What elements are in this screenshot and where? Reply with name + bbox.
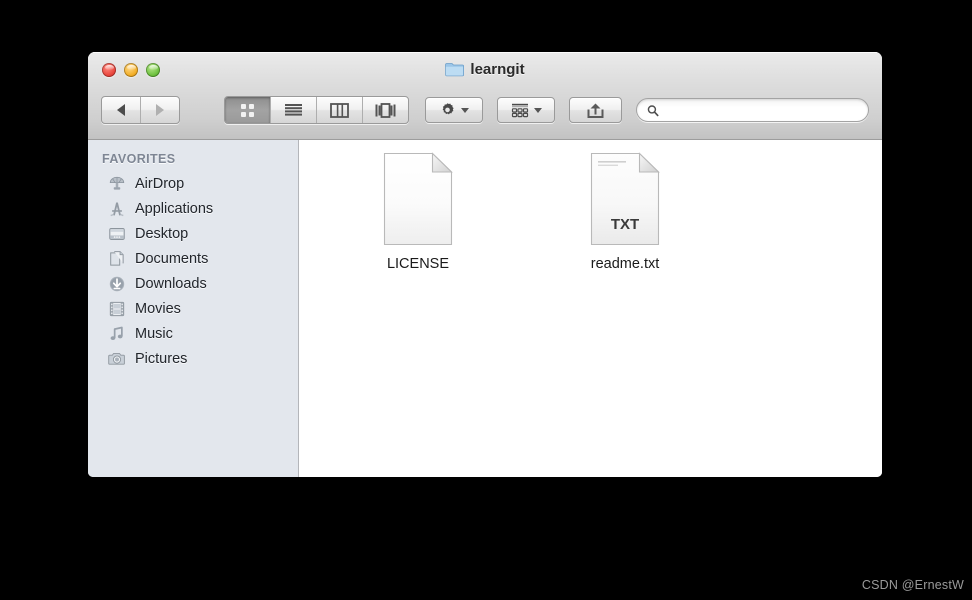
search-field[interactable] (636, 98, 869, 122)
view-mode-button-group (224, 96, 409, 124)
window-title: learngit (88, 61, 882, 78)
gear-icon (442, 102, 454, 114)
sidebar-section-favorites: FAVORITES (102, 152, 176, 166)
forward-button[interactable] (140, 97, 179, 123)
minimize-button[interactable] (124, 63, 138, 77)
chevron-down-icon (461, 107, 469, 113)
sidebar-item-label: Applications (135, 200, 214, 217)
arrange-grid-icon (511, 103, 528, 117)
applications-icon (110, 201, 124, 216)
airdrop-icon (109, 176, 125, 190)
list-view-button[interactable] (270, 97, 316, 123)
file-type-badge-text: TXT (611, 216, 639, 233)
sidebar-item-label: Documents (135, 250, 209, 267)
forward-arrow-icon (156, 104, 164, 116)
back-button[interactable] (102, 97, 140, 123)
file-name-label: LICENSE (386, 256, 450, 272)
sidebar-item-pictures[interactable]: Pictures (88, 346, 298, 371)
sidebar-item-label: Movies (135, 300, 181, 317)
sidebar-item-label: Pictures (135, 350, 188, 367)
sidebar-item-applications[interactable]: Applications (88, 196, 298, 221)
folder-icon (445, 63, 465, 77)
back-arrow-icon (117, 104, 125, 116)
sidebar-item-label: Desktop (135, 225, 189, 242)
text-document-icon: TXT (590, 152, 660, 246)
file-icon-wrapper: TXT (564, 146, 686, 252)
window-body: FAVORITES AirDrop Applications Desktop D… (88, 140, 882, 477)
sidebar-item-airdrop[interactable]: AirDrop (88, 171, 298, 196)
desktop-icon (109, 227, 125, 240)
music-icon (110, 326, 123, 340)
watermark-text: CSDN @ErnestW (861, 578, 964, 592)
blank-document-icon (383, 152, 453, 246)
sidebar-item-music[interactable]: Music (88, 321, 298, 346)
navigation-button-group (101, 96, 180, 124)
chevron-down-icon (533, 107, 542, 113)
sidebar: FAVORITES AirDrop Applications Desktop D… (88, 140, 299, 477)
file-item-readme[interactable]: TXT readme.txt (564, 146, 686, 272)
arrange-by-button[interactable] (497, 97, 555, 123)
action-button[interactable] (425, 97, 483, 123)
close-button[interactable] (102, 63, 116, 77)
search-icon (647, 104, 659, 116)
file-content-area[interactable]: LICENSE TXT readme.txt (299, 140, 882, 477)
movies-icon (109, 301, 125, 316)
column-view-button[interactable] (316, 97, 362, 123)
toolbar (88, 88, 882, 132)
zoom-button[interactable] (146, 63, 160, 77)
sidebar-item-desktop[interactable]: Desktop (88, 221, 298, 246)
sidebar-item-label: Music (135, 325, 173, 342)
pictures-icon (108, 352, 125, 365)
share-arrow-icon (587, 103, 604, 118)
icon-view-button[interactable] (225, 97, 270, 123)
file-name-label: readme.txt (590, 256, 660, 272)
documents-icon (110, 250, 124, 266)
file-icon-wrapper (357, 146, 479, 252)
file-item-license[interactable]: LICENSE (357, 146, 479, 272)
downloads-icon (109, 276, 125, 291)
sidebar-item-downloads[interactable]: Downloads (88, 271, 298, 296)
sidebar-item-movies[interactable]: Movies (88, 296, 298, 321)
share-button[interactable] (569, 97, 622, 123)
columns-icon (330, 102, 349, 118)
traffic-light-group (102, 63, 160, 77)
finder-window: learngit FAVORITES AirDrop Applications … (88, 52, 882, 477)
grid-icon (241, 103, 254, 117)
list-icon (285, 103, 302, 116)
coverflow-icon (375, 102, 396, 118)
sidebar-item-documents[interactable]: Documents (88, 246, 298, 271)
window-title-text: learngit (470, 61, 525, 78)
coverflow-view-button[interactable] (362, 97, 408, 123)
sidebar-item-label: Downloads (135, 275, 207, 292)
sidebar-item-label: AirDrop (135, 175, 185, 192)
window-title-bar[interactable]: learngit (88, 52, 882, 140)
search-input[interactable] (664, 103, 858, 117)
